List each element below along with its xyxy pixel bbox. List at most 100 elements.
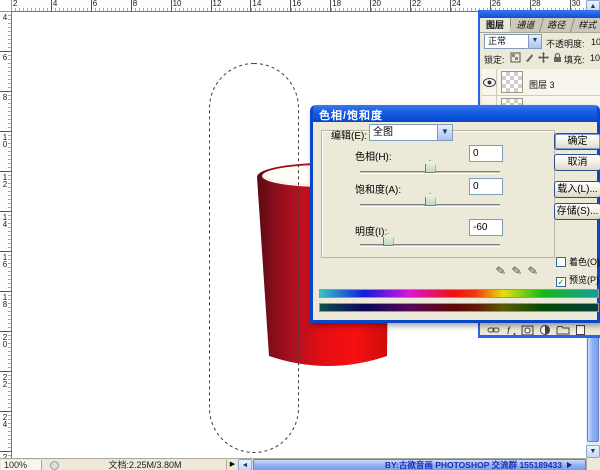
preview-checkbox-row[interactable]: ✓预览(P) xyxy=(556,273,599,287)
fill-label: 填充: xyxy=(564,53,585,66)
status-menu-arrow[interactable]: ▶ xyxy=(226,460,238,470)
tab-路径[interactable]: 路径 xyxy=(540,18,575,32)
edit-dropdown-value: 全图 xyxy=(373,127,393,138)
chevron-down-icon: ▼ xyxy=(437,125,452,140)
blend-mode-select[interactable]: 正常 ▼ xyxy=(484,34,542,49)
ruler-number: 14 xyxy=(1,214,9,228)
dialog-button-save[interactable]: 存储(S)... xyxy=(554,203,600,220)
slider-value-input[interactable]: 0 xyxy=(469,145,503,162)
ruler-tick xyxy=(290,0,291,12)
hue-spectrum-bar-original xyxy=(319,289,599,298)
ruler-number: 4 xyxy=(1,14,9,21)
vertical-scroll-thumb[interactable] xyxy=(587,336,599,442)
opacity-label: 不透明度: xyxy=(546,37,585,50)
colorize-checkbox-row[interactable]: 着色(O) xyxy=(556,255,600,268)
ruler-number: 12 xyxy=(1,174,9,188)
opacity-value[interactable]: 100 xyxy=(591,37,600,47)
ruler-tick xyxy=(0,171,12,172)
layers-panel-titlebar[interactable] xyxy=(480,10,600,18)
layer-name[interactable]: 图层 3 xyxy=(529,78,555,91)
ruler-tick xyxy=(0,371,12,372)
ruler-tick xyxy=(370,0,371,12)
link-layers-icon[interactable] xyxy=(487,323,501,335)
horizontal-scrollbar[interactable]: ◄ BY:古欲音画 PHOTOSHOP 交流群 155189433 xyxy=(238,459,586,470)
window-resize-corner[interactable] xyxy=(586,458,600,470)
watermark-arrow-icon xyxy=(567,462,572,468)
dialog-title: 色相/饱和度 xyxy=(319,110,383,122)
lock-label: 锁定: xyxy=(484,53,505,66)
ruler-number: 6 xyxy=(93,0,97,8)
lock-all-icon[interactable] xyxy=(552,52,563,63)
ruler-number: 6 xyxy=(1,54,9,61)
edit-dropdown[interactable]: 全图 ▼ xyxy=(369,124,453,141)
eyedropper-plus-icon[interactable]: ✎ xyxy=(511,263,523,282)
adjustment-layer-icon[interactable] xyxy=(539,323,551,335)
ruler-tick xyxy=(0,291,12,292)
tab-图层[interactable]: 图层 xyxy=(480,18,511,32)
preview-label: 预览(P) xyxy=(569,275,599,285)
colorize-checkbox[interactable] xyxy=(556,257,566,267)
lock-paint-icon[interactable] xyxy=(524,52,535,63)
ruler-number: 30 xyxy=(572,0,581,8)
watermark-text: BY:古欲音画 PHOTOSHOP 交流群 155189433 xyxy=(385,460,562,470)
eyedropper-minus-icon[interactable]: ✎ xyxy=(527,263,539,282)
tab-样式[interactable]: 样式 xyxy=(571,18,600,32)
tab-通道[interactable]: 通道 xyxy=(509,18,544,32)
ruler-number: 22 xyxy=(1,374,9,388)
ruler-tick xyxy=(0,51,12,52)
ruler-tick xyxy=(0,211,12,212)
ruler-tick xyxy=(51,0,52,12)
layer-row[interactable]: 图层 3 xyxy=(482,69,600,96)
preview-checkbox[interactable]: ✓ xyxy=(556,277,566,287)
slider-label: 色相(H): xyxy=(355,148,392,163)
scroll-down-button[interactable]: ▼ xyxy=(586,445,600,458)
zoom-level-field[interactable]: 100% xyxy=(1,460,42,470)
lock-move-icon[interactable] xyxy=(538,52,549,63)
ruler-corner xyxy=(0,0,12,12)
new-group-icon[interactable] xyxy=(556,323,570,335)
ruler-tick xyxy=(250,0,251,12)
dialog-button-ok[interactable]: 确定 xyxy=(554,133,600,150)
eyedropper-icon[interactable]: ✎ xyxy=(495,263,507,282)
ruler-number: 10 xyxy=(1,134,9,148)
slider-value-input[interactable]: 0 xyxy=(469,178,503,195)
ruler-number: 24 xyxy=(452,0,461,8)
ruler-tick xyxy=(211,0,212,12)
ruler-tick xyxy=(410,0,411,12)
lock-transparency-icon[interactable] xyxy=(510,52,521,63)
fill-value[interactable]: 100 xyxy=(590,53,600,63)
blend-mode-row: 正常 ▼ 不透明度: 100 xyxy=(480,33,600,50)
ruler-tick xyxy=(171,0,172,12)
dialog-button-load[interactable]: 载入(L)... xyxy=(554,181,600,198)
lock-row: 锁定: 填充: 100 xyxy=(480,50,600,66)
ruler-tick xyxy=(0,251,12,252)
scroll-left-button[interactable]: ◄ xyxy=(238,459,252,470)
colorize-label: 着色(O) xyxy=(569,257,600,267)
status-bar: 100% 文档:2.25M/3.80M ▶ ◄ BY:古欲音画 PHOTOSHO… xyxy=(0,458,600,470)
status-icon xyxy=(50,461,59,470)
ruler-number: 22 xyxy=(412,0,421,8)
dialog-titlebar[interactable]: 色相/饱和度 xyxy=(313,105,597,122)
selection-marquee xyxy=(205,60,305,456)
slider-value-input[interactable]: -60 xyxy=(469,219,503,236)
ruler-number: 2 xyxy=(13,0,17,8)
new-layer-icon[interactable] xyxy=(575,323,586,335)
slider-track[interactable] xyxy=(360,244,500,247)
blend-mode-value: 正常 xyxy=(488,36,506,46)
ruler-number: 8 xyxy=(133,0,137,8)
ruler-number: 14 xyxy=(252,0,261,8)
ruler-tick xyxy=(131,0,132,12)
layer-style-icon[interactable]: f xyxy=(506,323,516,335)
eyedropper-group: ✎✎✎ xyxy=(496,264,554,282)
photoshop-window: 24681012141618202224262830 4681012141618… xyxy=(0,0,600,470)
layer-thumbnail[interactable] xyxy=(501,71,523,93)
layers-panel-tabs: 图层通道路径样式色 xyxy=(480,18,600,33)
layer-mask-icon[interactable] xyxy=(521,323,534,335)
visibility-eye-icon[interactable] xyxy=(482,69,497,96)
ruler-tick xyxy=(0,331,12,332)
hue-saturation-dialog: 色相/饱和度 编辑(E): 全图 ▼ 色相(H):0饱和度(A):0明度(I):… xyxy=(310,105,600,323)
dialog-button-cancel[interactable]: 取消 xyxy=(554,154,600,171)
ruler-tick xyxy=(330,0,331,12)
ruler-number: 18 xyxy=(332,0,341,8)
layers-panel-footer: f xyxy=(482,321,600,335)
